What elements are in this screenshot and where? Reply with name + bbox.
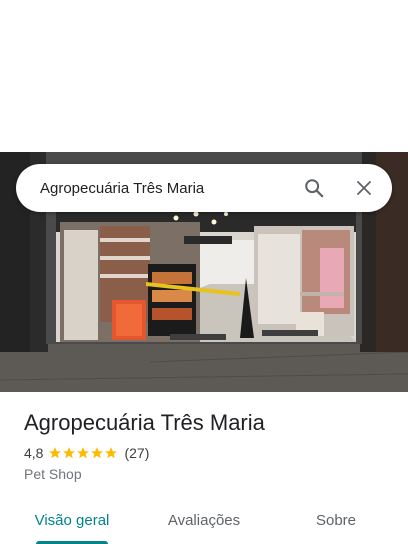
search-button[interactable]	[294, 168, 334, 208]
place-category[interactable]: Pet Shop	[24, 466, 82, 482]
tab-reviews[interactable]: Avaliações	[156, 496, 252, 544]
rating-row[interactable]: 4,8 (27)	[24, 445, 149, 461]
close-icon	[357, 181, 371, 195]
search-query-text[interactable]: Agropecuária Três Maria	[16, 180, 294, 197]
search-bar[interactable]: Agropecuária Três Maria	[16, 164, 392, 212]
place-info-panel: Agropecuária Três Maria 4,8 (27) Pet Sho…	[0, 392, 408, 544]
rating-stars	[48, 446, 118, 460]
rating-value: 4,8	[24, 445, 44, 461]
star-icon	[77, 447, 90, 459]
star-icon	[49, 447, 62, 459]
close-button[interactable]	[344, 168, 384, 208]
review-count[interactable]: (27)	[124, 445, 149, 461]
star-icon	[91, 447, 104, 459]
tab-bar: Visão geral Avaliações Sobre	[0, 496, 408, 544]
search-icon	[305, 179, 324, 198]
top-blank-area	[0, 0, 408, 152]
tab-overview[interactable]: Visão geral	[24, 496, 120, 544]
star-icon	[105, 447, 118, 459]
place-title: Agropecuária Três Maria	[24, 410, 265, 435]
star-icon	[63, 447, 76, 459]
tab-about[interactable]: Sobre	[288, 496, 384, 544]
